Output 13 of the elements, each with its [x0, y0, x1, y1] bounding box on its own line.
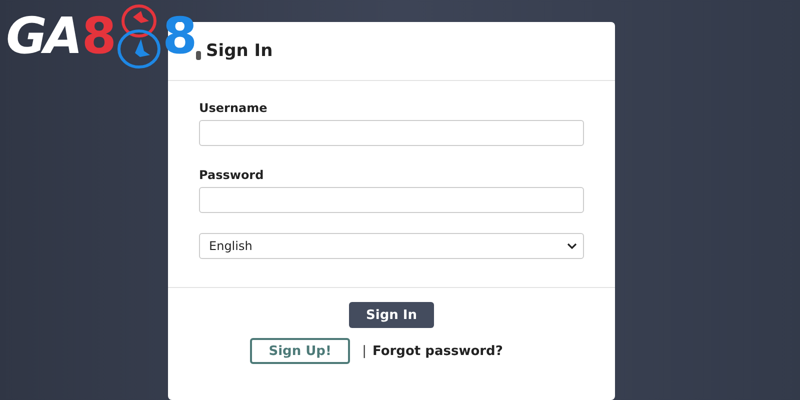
sign-up-button[interactable]: Sign Up!	[250, 338, 350, 364]
username-field[interactable]	[199, 120, 584, 146]
password-field[interactable]	[199, 187, 584, 213]
separator-text: |	[362, 344, 366, 358]
field-label: Password	[199, 168, 265, 182]
field-label: Username	[199, 101, 268, 115]
language-select[interactable]: English	[199, 233, 584, 259]
sign-in-button[interactable]: Sign In	[349, 302, 434, 328]
forgot-password-link[interactable]: Forgot password?	[372, 344, 503, 358]
logo-text: 8	[82, 7, 117, 65]
chevron-down-icon	[567, 243, 577, 249]
logo-text: GA	[6, 7, 80, 65]
card-title: Sign In	[206, 41, 273, 61]
